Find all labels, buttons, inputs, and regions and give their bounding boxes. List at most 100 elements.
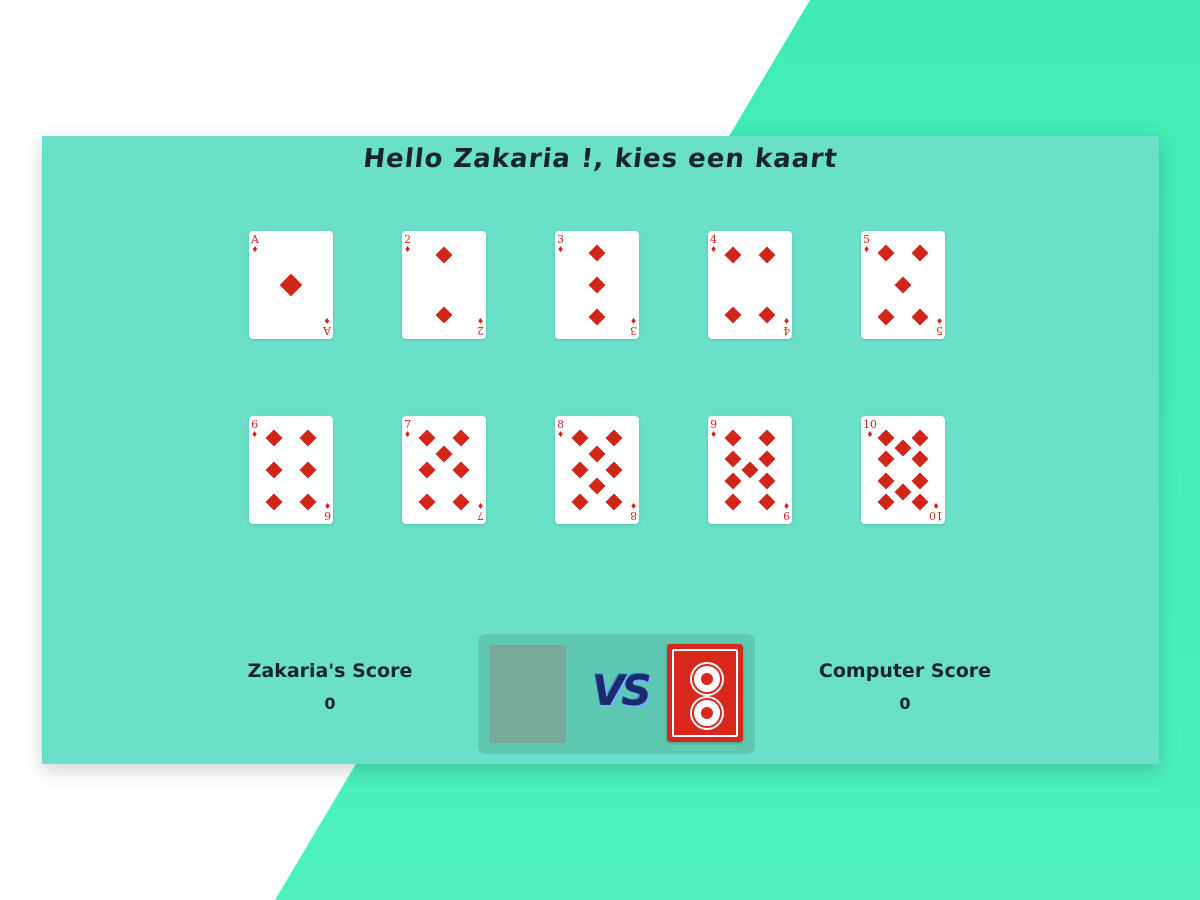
diamond-pip-icon — [588, 477, 606, 495]
diamond-pip-icon — [588, 276, 606, 294]
card-corner-tl: 4 ♦ — [710, 234, 718, 255]
diamond-pip-icon — [894, 483, 912, 501]
diamond-pip-icon — [758, 493, 776, 511]
card-3-of-diamonds[interactable]: 3 ♦ 3 ♦ — [555, 231, 639, 339]
card-suit: ♦ — [323, 316, 331, 325]
card-6-of-diamonds[interactable]: 6 ♦ 6 ♦ — [249, 416, 333, 524]
diamond-pip-icon — [741, 461, 759, 479]
card-10-of-diamonds[interactable]: 10 ♦ 10 ♦ — [861, 416, 945, 524]
diamond-pip-icon — [418, 461, 436, 479]
card-corner-br: 9 ♦ — [782, 500, 790, 522]
diamond-pip-icon — [418, 429, 436, 447]
card-corner-br: A ♦ — [323, 315, 331, 337]
diamond-pip-icon — [588, 445, 606, 463]
card-rank: 8 — [629, 509, 637, 522]
card-rank: 3 — [629, 324, 637, 337]
card-rank: A — [323, 324, 331, 337]
player-score-label: Zakaria's Score — [247, 660, 413, 682]
card-rank: 2 — [476, 324, 484, 337]
computer-score-label: Computer Score — [818, 660, 992, 682]
card-suit: ♦ — [629, 501, 637, 510]
diamond-pip-icon — [571, 461, 589, 479]
card-corner-br: 5 ♦ — [935, 315, 943, 337]
card-suit: ♦ — [866, 430, 874, 439]
card-suit: ♦ — [710, 245, 718, 254]
card-corner-tl: 10 ♦ — [863, 419, 877, 440]
diamond-pip-icon — [758, 429, 776, 447]
card-corner-tl: 3 ♦ — [557, 234, 564, 255]
player-card-slot — [489, 645, 566, 743]
diamond-pip-icon — [279, 273, 303, 297]
diamond-pip-icon — [911, 308, 929, 326]
card-suit: ♦ — [476, 316, 484, 325]
page-title: Hello Zakaria !, kies een kaart — [361, 144, 840, 174]
diamond-pip-icon — [435, 445, 453, 463]
diamond-pip-icon — [435, 246, 453, 264]
card-corner-tl: 9 ♦ — [710, 419, 717, 440]
card-7-of-diamonds[interactable]: 7 ♦ 7 ♦ — [402, 416, 486, 524]
diamond-pip-icon — [605, 461, 623, 479]
card-suit: ♦ — [782, 501, 790, 510]
spade-emblem-icon — [692, 664, 722, 694]
diamond-pip-icon — [724, 472, 742, 490]
heart-emblem-icon — [692, 698, 722, 728]
diamond-pip-icon — [911, 493, 929, 511]
card-rank: 7 — [476, 509, 484, 522]
card-suit: ♦ — [557, 430, 565, 439]
diamond-pip-icon — [435, 306, 453, 324]
card-suit: ♦ — [323, 501, 331, 510]
card-corner-tl: 5 ♦ — [863, 234, 871, 255]
card-9-of-diamonds[interactable]: 9 ♦ 9 ♦ — [708, 416, 792, 524]
diamond-pip-icon — [724, 306, 742, 324]
card-5-of-diamonds[interactable]: 5 ♦ 5 ♦ — [861, 231, 945, 339]
computer-score-value: 0 — [899, 694, 911, 713]
card-corner-br: 2 ♦ — [476, 315, 484, 337]
diamond-pip-icon — [911, 429, 929, 447]
card-suit: ♦ — [404, 245, 412, 254]
diamond-pip-icon — [265, 461, 283, 479]
card-suit: ♦ — [404, 430, 412, 439]
card-8-of-diamonds[interactable]: 8 ♦ 8 ♦ — [555, 416, 639, 524]
diamond-pip-icon — [418, 493, 436, 511]
card-a-of-diamonds[interactable]: A ♦ A ♦ — [249, 231, 333, 339]
diamond-pip-icon — [452, 493, 470, 511]
card-corner-tl: A ♦ — [251, 234, 259, 255]
diamond-pip-icon — [758, 306, 776, 324]
card-suit: ♦ — [782, 316, 790, 325]
diamond-pip-icon — [894, 439, 912, 457]
vs-label: VS — [592, 666, 652, 715]
card-rank: 5 — [935, 324, 943, 337]
diamond-pip-icon — [724, 493, 742, 511]
diamond-pip-icon — [588, 244, 606, 262]
card-corner-br: 10 ♦ — [929, 500, 943, 522]
diamond-pip-icon — [758, 450, 776, 468]
card-4-of-diamonds[interactable]: 4 ♦ 4 ♦ — [708, 231, 792, 339]
card-suit: ♦ — [629, 316, 637, 325]
game-panel: Hello Zakaria !, kies een kaart A ♦ A ♦ 2 ♦ 2 ♦… — [42, 136, 1159, 764]
card-rank: 9 — [782, 509, 790, 522]
diamond-pip-icon — [877, 472, 895, 490]
diamond-pip-icon — [724, 429, 742, 447]
card-corner-br: 6 ♦ — [323, 500, 331, 522]
diamond-pip-icon — [605, 429, 623, 447]
diamond-pip-icon — [877, 450, 895, 468]
diamond-pip-icon — [877, 308, 895, 326]
card-rank: 6 — [323, 509, 331, 522]
diamond-pip-icon — [299, 493, 317, 511]
diamond-pip-icon — [911, 244, 929, 262]
card-corner-br: 4 ♦ — [782, 315, 790, 337]
diamond-pip-icon — [265, 429, 283, 447]
card-2-of-diamonds[interactable]: 2 ♦ 2 ♦ — [402, 231, 486, 339]
player-score-value: 0 — [324, 694, 336, 713]
diamond-pip-icon — [571, 493, 589, 511]
card-suit: ♦ — [863, 245, 871, 254]
diamond-pip-icon — [605, 493, 623, 511]
diamond-pip-icon — [877, 244, 895, 262]
card-suit: ♦ — [251, 245, 259, 254]
computer-card-back — [667, 644, 743, 742]
card-corner-tl: 2 ♦ — [404, 234, 412, 255]
diamond-pip-icon — [724, 246, 742, 264]
diamond-pip-icon — [299, 461, 317, 479]
diamond-pip-icon — [877, 493, 895, 511]
diamond-pip-icon — [452, 429, 470, 447]
